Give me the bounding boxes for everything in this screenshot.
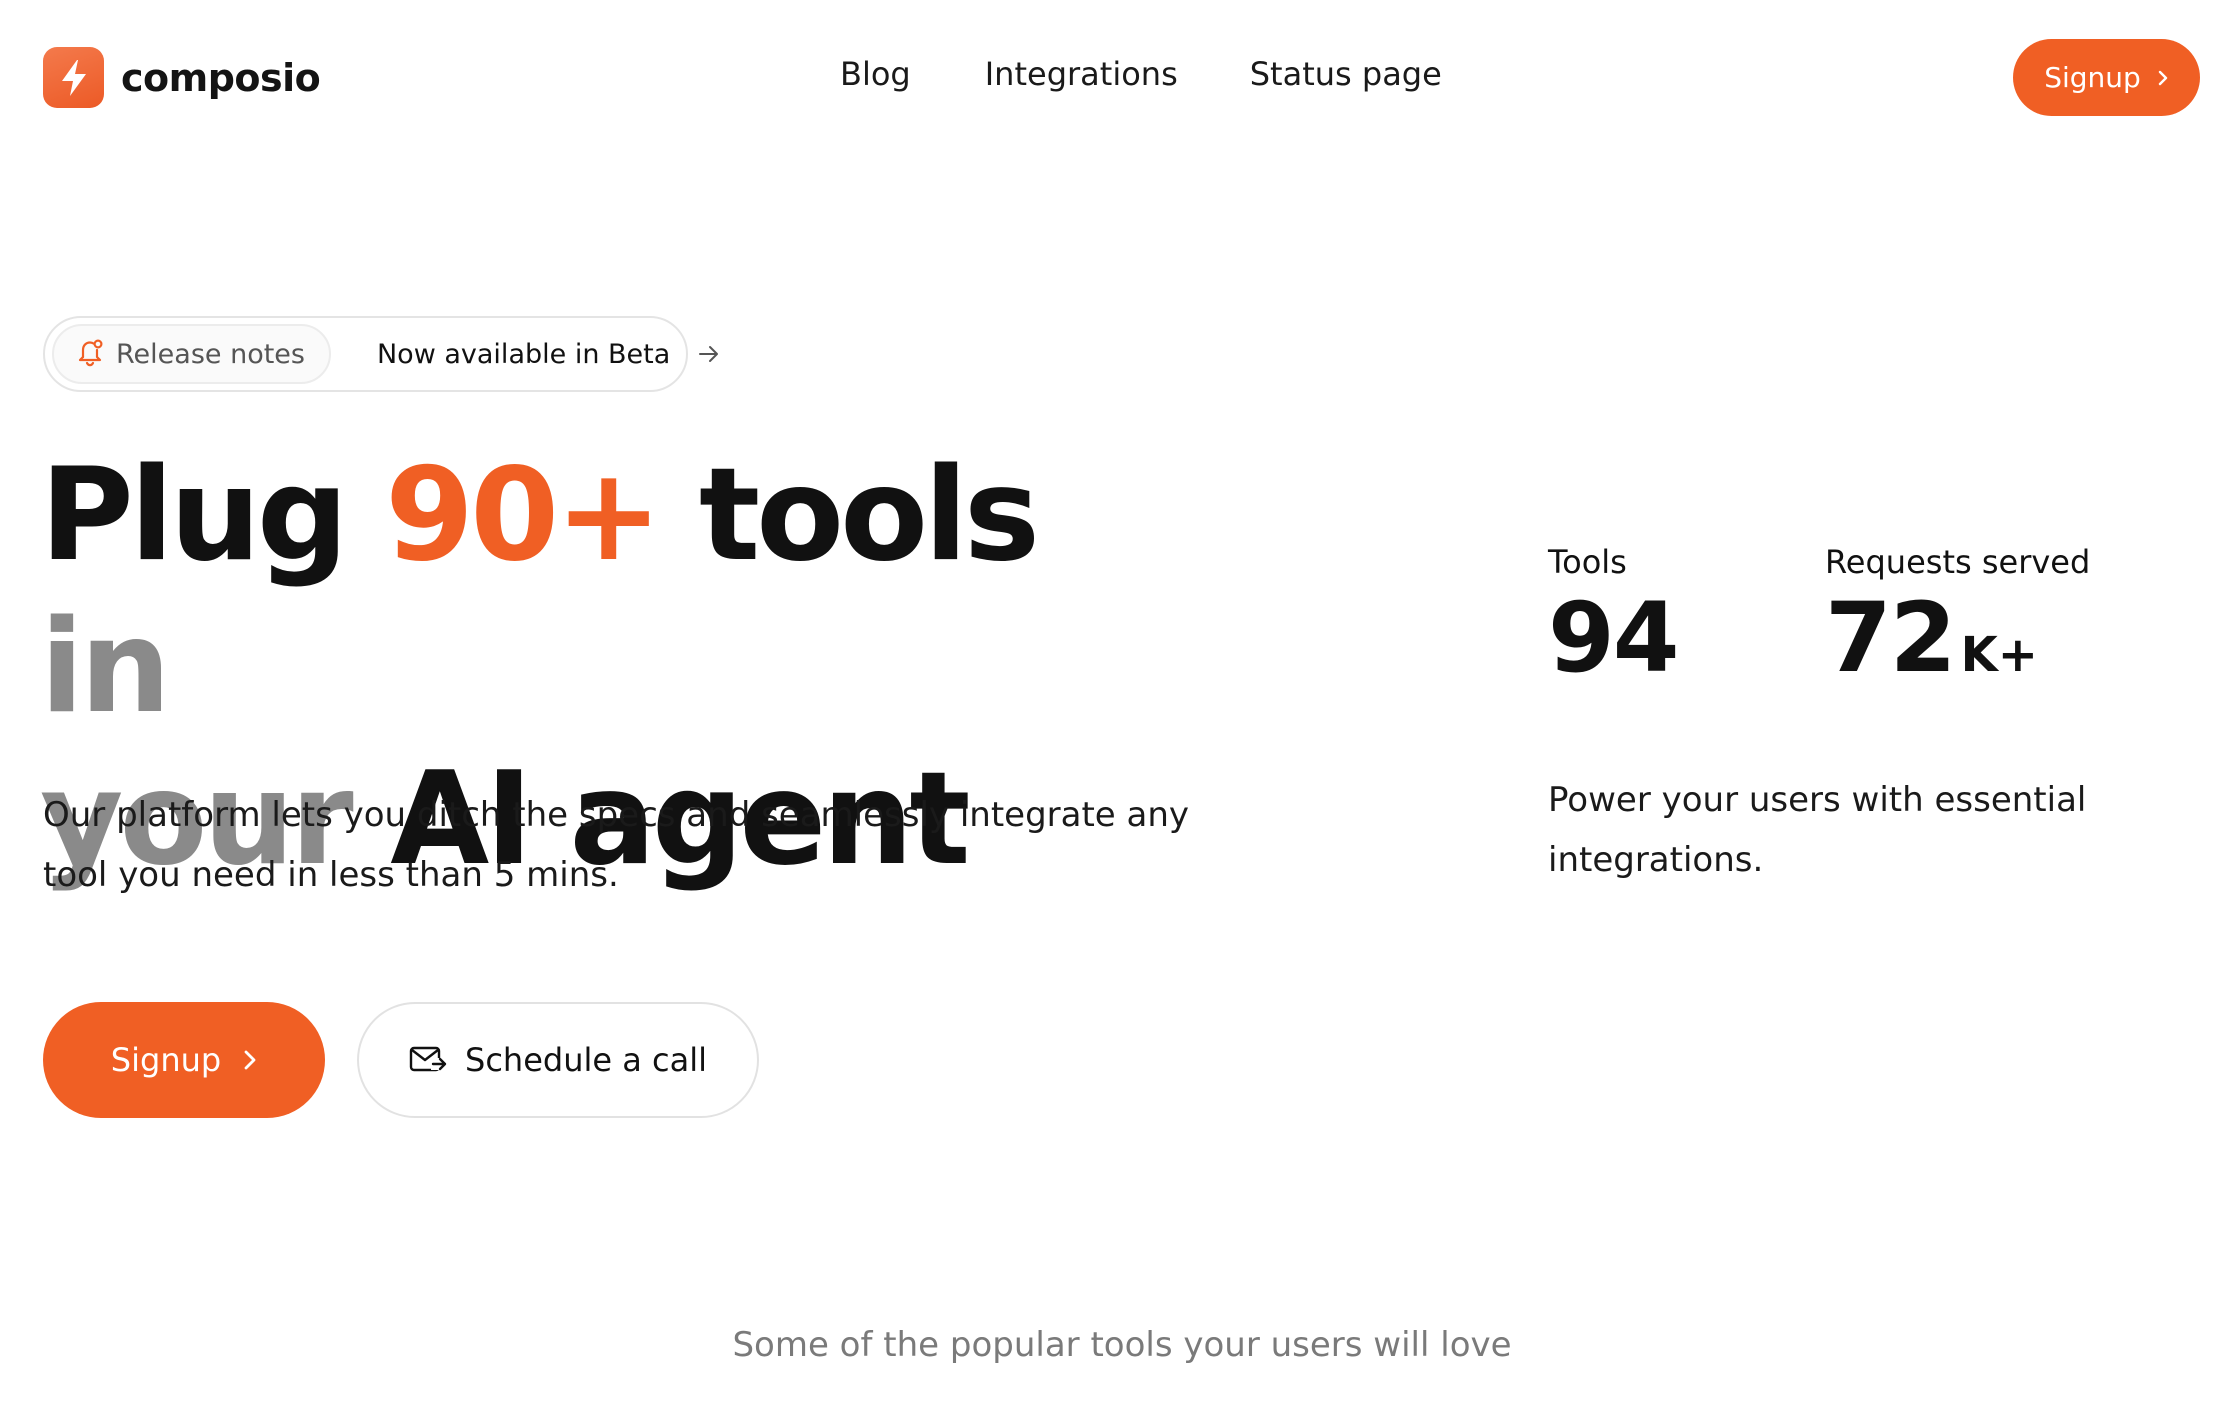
headline-part-in: in	[40, 593, 171, 742]
chevron-right-icon	[2157, 61, 2169, 94]
lightning-bolt-icon	[43, 47, 104, 108]
stat-tools-label: Tools	[1548, 543, 1627, 581]
release-notes-tag: Release notes	[52, 324, 331, 384]
schedule-call-label: Schedule a call	[465, 1041, 707, 1079]
stat-requests-value: 72	[1825, 582, 1957, 694]
header-signup-button[interactable]: Signup	[2013, 39, 2200, 116]
headline-part-plug: Plug	[40, 441, 385, 590]
hero-signup-button[interactable]: Signup	[43, 1002, 325, 1118]
header-signup-label: Signup	[2044, 61, 2141, 94]
nav-link-status-page[interactable]: Status page	[1250, 55, 1442, 93]
nav-link-blog[interactable]: Blog	[840, 55, 911, 93]
stat-requests: Requests served 72 K+	[1825, 543, 2090, 710]
hero-subtext: Our platform lets you ditch the specs an…	[43, 795, 1190, 895]
release-notes-label: Release notes	[116, 338, 305, 370]
chevron-right-icon	[243, 1041, 257, 1079]
schedule-call-button[interactable]: Schedule a call	[357, 1002, 759, 1118]
stats-description: Power your users with essential integrat…	[1548, 780, 2087, 880]
headline-part-tools: tools	[658, 441, 1040, 590]
headline-highlight: 90+	[385, 441, 662, 590]
nav-link-integrations[interactable]: Integrations	[985, 55, 1178, 93]
mail-send-icon	[409, 1045, 447, 1075]
bell-icon	[76, 337, 104, 371]
main-nav: Blog Integrations Status page	[840, 55, 1442, 93]
stat-tools-value: 94	[1548, 582, 1680, 694]
brand-logo[interactable]: composio	[43, 47, 321, 108]
stat-requests-value-row: 72 K+	[1825, 583, 2090, 710]
stat-tools: Tools 94	[1548, 543, 1680, 694]
arrow-right-icon	[698, 344, 720, 364]
brand-name: composio	[121, 55, 321, 100]
hero-signup-label: Signup	[110, 1041, 222, 1079]
release-notes-banner[interactable]: Release notes Now available in Beta	[43, 316, 719, 392]
beta-message: Now available in Beta	[376, 338, 671, 370]
stat-requests-suffix: K+	[1960, 627, 2039, 683]
popular-tools-caption: Some of the popular tools your users wil…	[732, 1325, 1512, 1365]
landing-page: composio Blog Integrations Status page S…	[0, 0, 2222, 1422]
stat-requests-label: Requests served	[1825, 543, 2091, 581]
